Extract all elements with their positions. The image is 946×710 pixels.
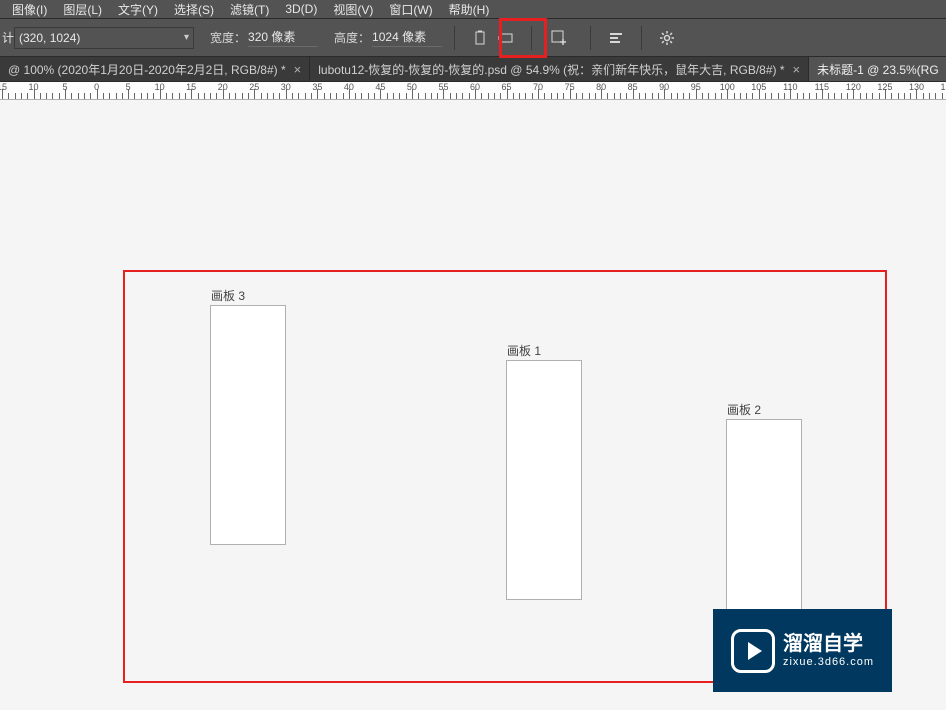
ruler-tick-label: 10 [29,82,39,92]
tab-label: @ 100% (2020年1月20日-2020年2月2日, RGB/8#) * [8,61,286,78]
width-input[interactable]: 320 像素 [248,28,318,47]
menu-filter[interactable]: 滤镜(T) [222,1,277,18]
tab-document-2[interactable]: lubotu12-恢复的-恢复的-恢复的.psd @ 54.9% (祝：亲们新年… [310,57,809,81]
ruler-tick-label: 100 [720,82,735,92]
watermark-main: 溜溜自学 [783,632,874,656]
ruler-tick-label: 110 [783,82,797,92]
ruler-tick-label: 70 [533,82,543,92]
ruler-tick-label: 105 [751,82,766,92]
menu-window[interactable]: 窗口(W) [381,1,440,18]
preset-dropdown[interactable]: (320, 1024) ▾ [14,27,194,49]
tab-label: lubotu12-恢复的-恢复的-恢复的.psd @ 54.9% (祝：亲们新年… [318,61,784,78]
watermark-text: 溜溜自学 zixue.3d66.com [783,632,874,669]
ruler-tick-label: 115 [815,82,829,92]
options-bar: 计 (320, 1024) ▾ 宽度： 320 像素 高度： 1024 像素 [0,19,946,57]
divider [531,26,532,50]
ruler-tick-label: 95 [691,82,701,92]
ruler-tick-label: 25 [249,82,259,92]
menu-image[interactable]: 图像(I) [4,1,55,18]
ruler-tick-label: 35 [312,82,322,92]
ruler-tick-label: 130 [909,82,924,92]
gear-icon[interactable] [654,25,680,51]
ruler-tick-label: 90 [659,82,669,92]
align-icon[interactable] [603,25,629,51]
ruler-tick-label: 50 [407,82,417,92]
divider [641,26,642,50]
menu-select[interactable]: 选择(S) [166,1,222,18]
add-artboard-icon[interactable] [546,25,572,51]
close-icon[interactable]: × [294,62,302,77]
ruler-tick-label: 120 [846,82,861,92]
menu-layer[interactable]: 图层(L) [55,1,110,18]
watermark-sub: zixue.3d66.com [783,656,874,669]
ruler-tick-label: 0 [94,82,99,92]
menu-3d[interactable]: 3D(D) [277,2,325,16]
ruler-tick-label: 15 [0,82,7,92]
ruler-tick-label: 75 [565,82,575,92]
ruler-horizontal[interactable]: 1510505101520253035404550556065707580859… [0,82,946,100]
height-input[interactable]: 1024 像素 [372,28,442,47]
preset-prefix: 计 [0,29,14,46]
ruler-tick-label: 10 [155,82,165,92]
ruler-tick-label: 80 [596,82,606,92]
ruler-tick-label: 85 [628,82,638,92]
ruler-tick-label: 60 [470,82,480,92]
ruler-tick-label: 135 [940,82,946,92]
ruler-tick-label: 30 [281,82,291,92]
ruler-tick-label: 5 [126,82,131,92]
preset-value: (320, 1024) [19,31,80,45]
menu-text[interactable]: 文字(Y) [110,1,166,18]
height-label: 高度： [334,29,370,46]
ruler-tick-label: 55 [438,82,448,92]
document-tabs: @ 100% (2020年1月20日-2020年2月2日, RGB/8#) * … [0,57,946,82]
ruler-tick-label: 45 [375,82,385,92]
ruler-tick-label: 5 [63,82,68,92]
tab-label: 未标题-1 @ 23.5%(RG [817,61,939,78]
ruler-tick-label: 15 [186,82,196,92]
tab-document-3[interactable]: 未标题-1 @ 23.5%(RG [809,57,946,81]
watermark: 溜溜自学 zixue.3d66.com [713,609,892,692]
tab-document-1[interactable]: @ 100% (2020年1月20日-2020年2月2日, RGB/8#) * … [0,57,310,81]
orientation-landscape-icon[interactable] [493,25,519,51]
menu-help[interactable]: 帮助(H) [441,1,498,18]
width-label: 宽度： [210,29,246,46]
ruler-tick-label: 65 [502,82,512,92]
play-icon [731,629,775,673]
chevron-down-icon: ▾ [184,32,189,43]
divider [454,26,455,50]
menu-view[interactable]: 视图(V) [325,1,381,18]
menubar: 图像(I) 图层(L) 文字(Y) 选择(S) 滤镜(T) 3D(D) 视图(V… [0,0,946,19]
ruler-tick-label: 40 [344,82,354,92]
close-icon[interactable]: × [793,62,801,77]
ruler-tick-label: 125 [877,82,892,92]
divider [590,26,591,50]
canvas-area[interactable]: 画板 3 画板 1 画板 2 溜溜自学 zixue.3d66.com [0,100,946,710]
orientation-portrait-icon[interactable] [467,25,493,51]
ruler-tick-label: 20 [218,82,228,92]
